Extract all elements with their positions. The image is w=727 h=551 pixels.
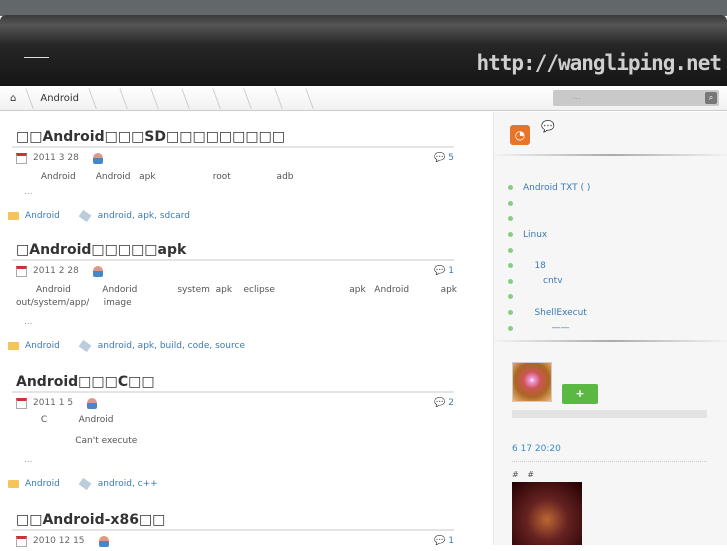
post-category[interactable]: Android xyxy=(25,479,60,489)
folder-icon xyxy=(8,342,19,350)
profile-bar xyxy=(512,410,707,418)
breadcrumb-item[interactable] xyxy=(248,86,279,111)
comment-count[interactable]: 💬 1 xyxy=(434,266,454,276)
breadcrumb-item[interactable] xyxy=(186,86,217,111)
post-date: 2011 1 5 xyxy=(33,398,74,408)
list-item[interactable]: cntv xyxy=(508,274,590,290)
post-date: 2011 3 28 xyxy=(33,153,79,163)
avatar[interactable] xyxy=(512,362,552,402)
comment-bubble-icon[interactable]: 💬 xyxy=(541,120,555,133)
sidebar: ◔ 💬 Android TXT ( ) Linux 18 cntv ShellE… xyxy=(493,112,727,545)
calendar-icon xyxy=(16,152,27,164)
breadcrumb-item[interactable] xyxy=(279,86,310,111)
post-title[interactable]: □Android□□□□□apk xyxy=(12,239,454,261)
post-title[interactable]: □□Android-x86□□ xyxy=(12,509,454,531)
calendar-icon xyxy=(16,397,27,409)
weibo-image[interactable] xyxy=(512,482,582,545)
post-category[interactable]: Android xyxy=(25,341,60,351)
breadcrumb-item[interactable] xyxy=(93,86,124,111)
home-icon[interactable]: ⌂ xyxy=(0,86,30,111)
breadcrumb-item[interactable] xyxy=(124,86,155,111)
post-date: 2011 2 28 xyxy=(33,266,79,276)
list-item[interactable]: Android TXT ( ) xyxy=(508,180,590,196)
author-icon[interactable] xyxy=(87,397,98,409)
comment-count[interactable]: 💬 5 xyxy=(434,153,454,163)
list-item[interactable] xyxy=(508,211,590,227)
post-title[interactable]: □□Android□□□SD□□□□□□□□□ xyxy=(12,126,454,148)
list-item[interactable]: ShellExecut xyxy=(508,305,590,321)
tag-icon xyxy=(78,477,92,491)
recent-posts-list: Android TXT ( ) Linux 18 cntv ShellExecu… xyxy=(508,180,590,336)
top-band xyxy=(0,0,727,16)
site-title-dash xyxy=(24,57,49,58)
weibo-timestamp[interactable]: 6 17 20:20 xyxy=(512,444,561,454)
list-item[interactable] xyxy=(508,196,590,212)
folder-icon xyxy=(8,480,19,488)
follow-button[interactable]: + xyxy=(562,384,598,404)
read-more-link[interactable]: ... xyxy=(12,317,454,335)
post: □Android□□□□□apk 2011 2 28 💬 1 Android An… xyxy=(8,239,458,357)
dotted-divider xyxy=(512,461,707,462)
list-item[interactable]: —— xyxy=(508,320,590,336)
divider xyxy=(494,340,727,342)
comment-count[interactable]: 💬 2 xyxy=(434,398,454,408)
search-input[interactable]: ... ⌕ xyxy=(553,90,719,106)
search-placeholder: ... xyxy=(573,92,581,101)
post: □□Android□□□SD□□□□□□□□□ 2011 3 28 💬 5 And… xyxy=(8,126,454,227)
weibo-hashtags[interactable]: # # xyxy=(512,470,534,479)
list-item[interactable]: Linux xyxy=(508,227,590,243)
site-header: http://wangliping.net xyxy=(0,15,727,87)
tag-icon xyxy=(78,339,92,353)
post-title[interactable]: Android□□□C□□ xyxy=(12,371,454,393)
post-excerpt: Android Android apk root adb xyxy=(18,172,294,182)
post-list: □□Android□□□SD□□□□□□□□□ 2011 3 28 💬 5 And… xyxy=(0,112,493,551)
calendar-icon xyxy=(16,265,27,277)
read-more-link[interactable]: ... xyxy=(12,455,454,473)
list-item[interactable]: 18 xyxy=(508,258,590,274)
post-tags[interactable]: android, c++ xyxy=(98,479,158,489)
list-item[interactable] xyxy=(508,242,590,258)
author-icon[interactable] xyxy=(92,152,103,164)
breadcrumb-item[interactable] xyxy=(217,86,248,111)
site-url[interactable]: http://wangliping.net xyxy=(476,51,722,75)
folder-icon xyxy=(8,212,19,220)
read-more-link[interactable]: ... xyxy=(12,187,454,205)
list-item[interactable] xyxy=(508,289,590,305)
post-tags[interactable]: android, apk, build, code, source xyxy=(98,341,245,351)
post-tags[interactable]: android, apk, sdcard xyxy=(98,211,190,221)
post-excerpt: C Android Can't execute xyxy=(40,415,138,446)
post-excerpt: Android Andorid system apk eclipse apk A… xyxy=(16,285,458,308)
breadcrumb-current[interactable]: Android xyxy=(30,86,93,111)
rss-icon[interactable]: ◔ xyxy=(510,125,530,145)
author-icon[interactable] xyxy=(92,265,103,277)
post-category[interactable]: Android xyxy=(25,211,60,221)
post: Android□□□C□□ 2011 1 5 💬 2 C Android Can'… xyxy=(8,371,454,495)
breadcrumb-item[interactable] xyxy=(155,86,186,111)
search-icon[interactable]: ⌕ xyxy=(705,92,717,104)
tag-icon xyxy=(78,209,92,223)
divider xyxy=(494,154,727,156)
